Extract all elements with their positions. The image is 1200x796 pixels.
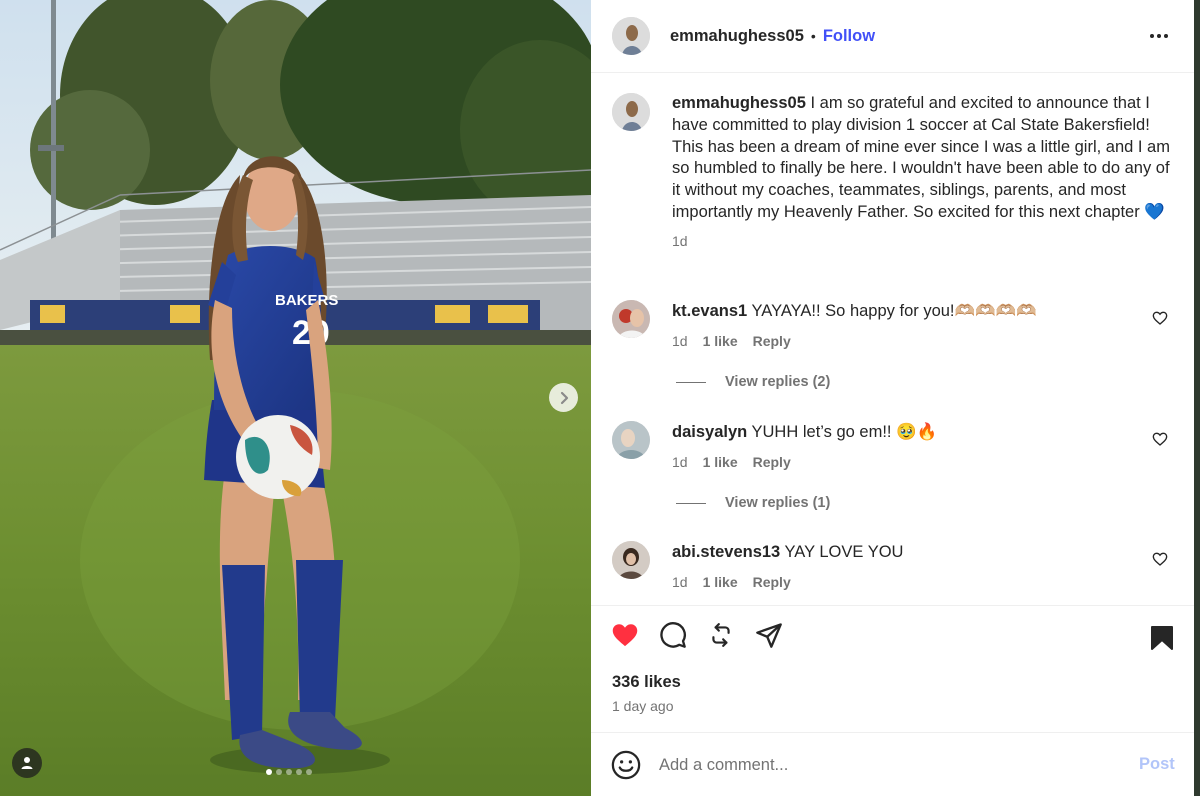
comment-username[interactable]: daisyalyn bbox=[672, 423, 747, 441]
share-icon bbox=[756, 623, 782, 648]
post-header: emmahughess05 • Follow bbox=[591, 0, 1194, 73]
chevron-right-icon bbox=[560, 391, 568, 404]
more-options-button[interactable] bbox=[1147, 24, 1171, 48]
carousel-dot bbox=[286, 769, 292, 775]
like-comment-icon[interactable] bbox=[1152, 310, 1168, 326]
view-replies-label: View replies (2) bbox=[725, 374, 831, 390]
post-details-panel: emmahughess05 • Follow emmahughess05 I a… bbox=[591, 0, 1194, 796]
carousel-dot bbox=[296, 769, 302, 775]
like-count[interactable]: 336 likes bbox=[612, 673, 681, 692]
caption-username[interactable]: emmahughess05 bbox=[672, 94, 806, 112]
carousel-dot bbox=[266, 769, 272, 775]
comment-meta: 1d 1 like Reply bbox=[672, 454, 806, 470]
like-comment-icon[interactable] bbox=[1152, 431, 1168, 447]
author-username[interactable]: emmahughess05 bbox=[670, 27, 804, 46]
comment-composer: Post bbox=[591, 732, 1194, 796]
comment-input[interactable] bbox=[659, 751, 1109, 779]
heart-icon bbox=[612, 624, 638, 647]
comment-likes[interactable]: 1 like bbox=[703, 454, 738, 470]
reply-button[interactable]: Reply bbox=[753, 574, 791, 590]
comment-item: kt.evans1 YAYAYA!! So happy for you!🫶🏼🫶🏼… bbox=[612, 300, 1182, 360]
carousel-indicator bbox=[266, 769, 312, 775]
comment-username[interactable]: abi.stevens13 bbox=[672, 543, 780, 561]
like-comment-icon[interactable] bbox=[1152, 551, 1168, 567]
carousel-dot bbox=[306, 769, 312, 775]
avatar-image bbox=[612, 541, 650, 579]
caption-text: I am so grateful and excited to announce… bbox=[672, 94, 1170, 221]
share-button[interactable] bbox=[754, 620, 784, 650]
divider bbox=[676, 381, 706, 383]
avatar[interactable] bbox=[612, 17, 650, 55]
comment-likes[interactable]: 1 like bbox=[703, 333, 738, 349]
user-tag-icon bbox=[21, 757, 33, 769]
avatar-image bbox=[612, 93, 650, 131]
comment-item: daisyalyn YUHH let’s go em!! 🥹🔥 1d 1 lik… bbox=[612, 421, 1182, 481]
comment-text: YUHH let’s go em!! 🥹🔥 bbox=[751, 423, 938, 441]
post-comment-button[interactable]: Post bbox=[1139, 755, 1175, 774]
like-button[interactable] bbox=[610, 620, 640, 650]
caption-timestamp[interactable]: 1d bbox=[672, 233, 1172, 249]
comment-body: kt.evans1 YAYAYA!! So happy for you!🫶🏼🫶🏼… bbox=[672, 302, 1037, 321]
avatar-image bbox=[612, 300, 650, 338]
next-photo-button[interactable] bbox=[549, 383, 578, 412]
repost-button[interactable] bbox=[706, 620, 736, 650]
follow-button[interactable]: Follow bbox=[823, 27, 875, 46]
avatar[interactable] bbox=[612, 541, 650, 579]
comment-body: daisyalyn YUHH let’s go em!! 🥹🔥 bbox=[672, 423, 937, 442]
reply-button[interactable]: Reply bbox=[753, 454, 791, 470]
comment-item: abi.stevens13 YAY LOVE YOU 1d 1 like Rep… bbox=[612, 541, 1182, 601]
photo-scene: BAKERS 20 bbox=[0, 0, 591, 796]
view-replies-label: View replies (1) bbox=[725, 495, 831, 511]
comment-time[interactable]: 1d bbox=[672, 574, 688, 590]
window-edge bbox=[1194, 0, 1200, 796]
jersey-wordmark: BAKERS bbox=[275, 292, 338, 309]
comment-icon bbox=[660, 622, 686, 648]
more-icon bbox=[1150, 34, 1168, 38]
repost-icon bbox=[712, 623, 730, 647]
tagged-users-button[interactable] bbox=[12, 748, 42, 778]
comment-time[interactable]: 1d bbox=[672, 454, 688, 470]
view-replies-button[interactable]: View replies (2) bbox=[676, 374, 830, 390]
comment-meta: 1d 1 like Reply bbox=[672, 333, 806, 349]
carousel-dot bbox=[276, 769, 282, 775]
avatar[interactable] bbox=[612, 300, 650, 338]
comment-text: YAY LOVE YOU bbox=[784, 543, 904, 561]
caption-text-block: emmahughess05 I am so grateful and excit… bbox=[672, 93, 1172, 224]
reply-button[interactable]: Reply bbox=[753, 333, 791, 349]
divider bbox=[591, 605, 1194, 606]
post-date[interactable]: 1 day ago bbox=[612, 698, 674, 714]
comment-body: abi.stevens13 YAY LOVE YOU bbox=[672, 543, 903, 562]
divider bbox=[676, 502, 706, 504]
post-caption: emmahughess05 I am so grateful and excit… bbox=[612, 93, 1172, 249]
avatar-image bbox=[612, 17, 650, 55]
comment-username[interactable]: kt.evans1 bbox=[672, 302, 747, 320]
comment-meta: 1d 1 like Reply bbox=[672, 574, 806, 590]
comment-text: YAYAYA!! So happy for you!🫶🏼🫶🏼🫶🏼🫶🏼 bbox=[751, 302, 1037, 320]
comment-button[interactable] bbox=[658, 620, 688, 650]
emoji-icon[interactable] bbox=[611, 750, 641, 780]
view-replies-button[interactable]: View replies (1) bbox=[676, 495, 830, 511]
comment-time[interactable]: 1d bbox=[672, 333, 688, 349]
avatar[interactable] bbox=[612, 421, 650, 459]
post-photo[interactable]: BAKERS 20 bbox=[0, 0, 591, 796]
bookmark-icon bbox=[1151, 626, 1173, 650]
save-button[interactable] bbox=[1147, 623, 1177, 653]
separator-dot: • bbox=[810, 28, 816, 44]
avatar-image bbox=[612, 421, 650, 459]
avatar[interactable] bbox=[612, 93, 650, 131]
comment-likes[interactable]: 1 like bbox=[703, 574, 738, 590]
post-actions bbox=[610, 620, 802, 650]
